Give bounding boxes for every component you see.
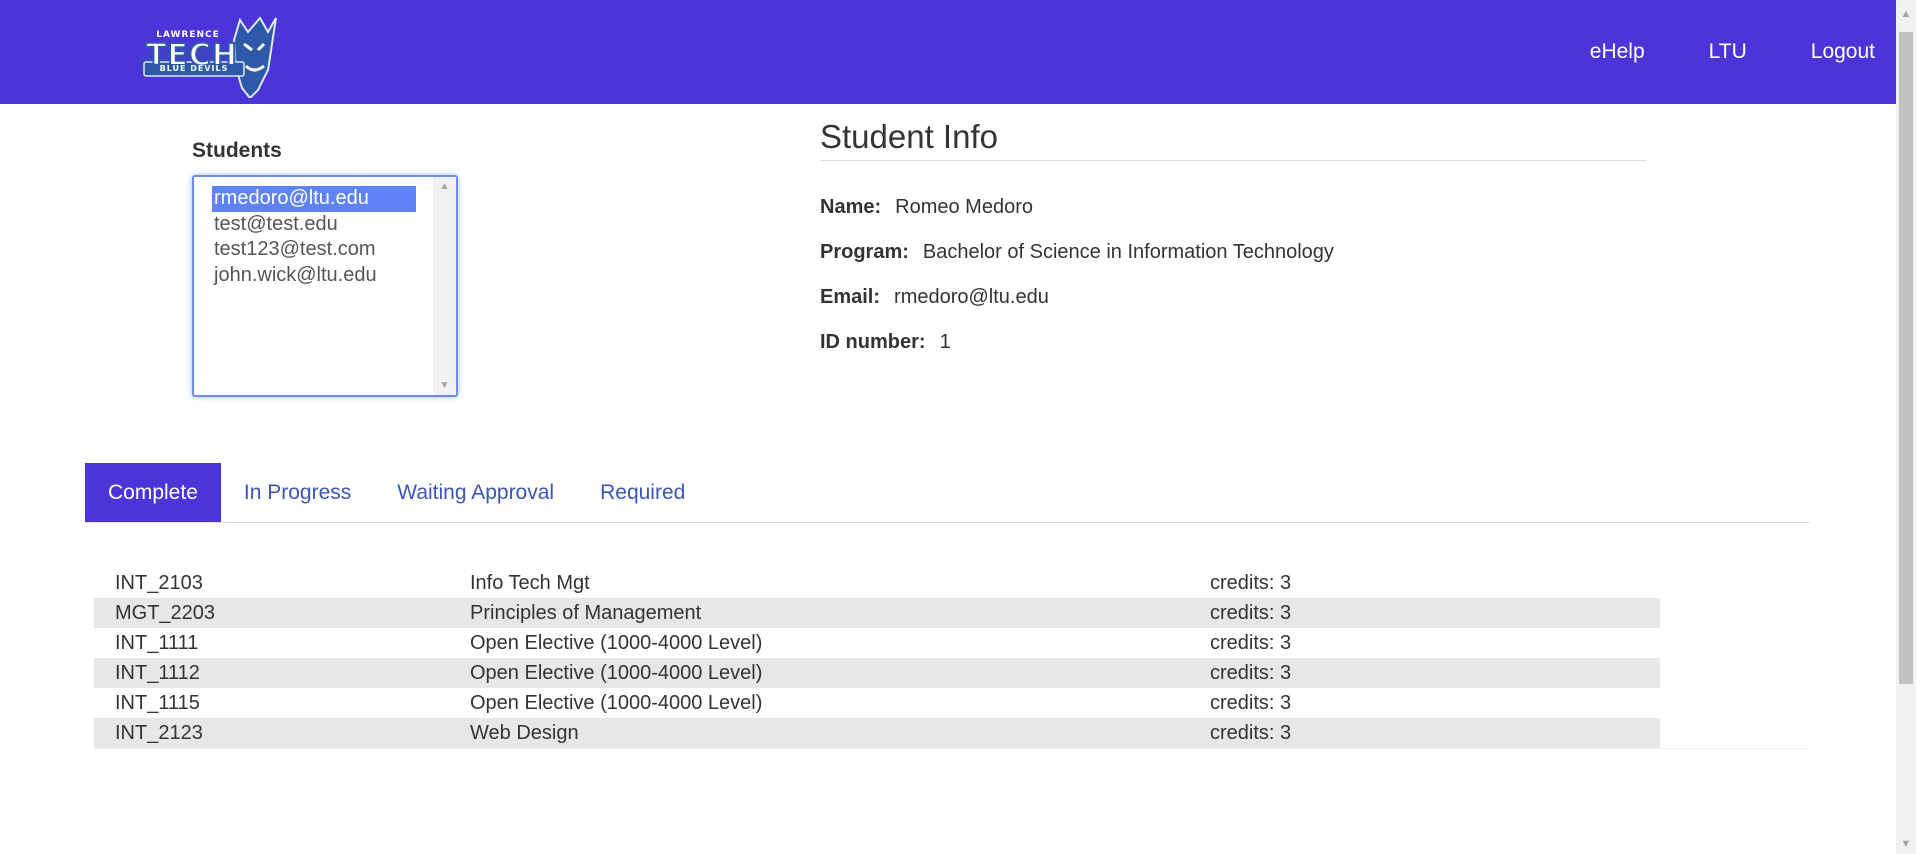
student-info-divider <box>820 160 1646 161</box>
student-info-title: Student Info <box>820 118 998 155</box>
course-name: Open Elective (1000-4000 Level) <box>470 692 763 714</box>
scroll-up-arrow-icon[interactable]: ▲ <box>1896 0 1916 28</box>
nav-ltu-link[interactable]: LTU <box>1709 40 1747 64</box>
table-row: MGT_2203 Principles of Management credit… <box>94 598 1660 628</box>
top-navbar: LAWRENCE TECH BLUE DEVILS eHelp LTU Logo… <box>0 0 1896 104</box>
course-name: Info Tech Mgt <box>470 572 590 594</box>
tabs-divider <box>85 522 1810 523</box>
scroll-thumb[interactable] <box>1899 32 1913 684</box>
course-code: INT_1112 <box>115 662 200 684</box>
course-name: Web Design <box>470 722 579 744</box>
name-label: Name: <box>820 196 882 218</box>
course-code: INT_2123 <box>115 722 203 744</box>
course-credits: credits: 3 <box>1210 722 1292 744</box>
email-value: rmedoro@ltu.edu <box>894 286 1049 308</box>
id-label: ID number: <box>820 331 926 353</box>
students-options: rmedoro@ltu.edu test@test.edu test123@te… <box>212 186 416 288</box>
students-label: Students <box>192 139 282 162</box>
course-code: MGT_2203 <box>115 602 216 624</box>
table-row: INT_2123 Web Design credits: 3 <box>94 718 1660 748</box>
info-id-row: ID number: 1 <box>820 331 951 354</box>
email-label: Email: <box>820 286 881 308</box>
name-value: Romeo Medoro <box>895 196 1033 218</box>
nav-links: eHelp LTU Logout <box>1526 0 1875 104</box>
info-program-row: Program: Bachelor of Science in Informati… <box>820 241 1334 264</box>
listbox-down-arrow-icon[interactable]: ▼ <box>433 380 456 391</box>
course-name: Open Elective (1000-4000 Level) <box>470 632 763 654</box>
course-credits: credits: 3 <box>1210 662 1292 684</box>
course-code: INT_2103 <box>115 572 203 594</box>
course-credits: credits: 3 <box>1210 602 1292 624</box>
info-name-row: Name: Romeo Medoro <box>820 196 1033 219</box>
tab-in-progress[interactable]: In Progress <box>221 463 374 523</box>
listbox-up-arrow-icon[interactable]: ▲ <box>433 181 456 192</box>
course-credits: credits: 3 <box>1210 632 1292 654</box>
course-name: Open Elective (1000-4000 Level) <box>470 662 763 684</box>
nav-logout-link[interactable]: Logout <box>1811 40 1875 64</box>
course-code: INT_1115 <box>115 692 200 714</box>
listbox-scrollbar[interactable]: ▲ ▼ <box>433 177 456 395</box>
course-credits: credits: 3 <box>1210 692 1292 714</box>
page-scrollbar[interactable]: ▲ ▼ <box>1896 0 1916 854</box>
ltu-logo[interactable]: LAWRENCE TECH BLUE DEVILS <box>128 10 280 100</box>
course-credits: credits: 3 <box>1210 572 1292 594</box>
student-option[interactable]: test123@test.com <box>212 237 416 263</box>
program-value: Bachelor of Science in Information Techn… <box>922 241 1334 263</box>
tab-complete[interactable]: Complete <box>85 463 221 523</box>
info-email-row: Email: rmedoro@ltu.edu <box>820 286 1049 309</box>
course-tabs: Complete In Progress Waiting Approval Re… <box>85 463 708 523</box>
student-option[interactable]: test@test.edu <box>212 212 416 238</box>
program-label: Program: <box>820 241 909 263</box>
table-row: INT_1111 Open Elective (1000-4000 Level)… <box>94 628 1660 658</box>
course-table: INT_2103 Info Tech Mgt credits: 3 MGT_22… <box>94 568 1660 748</box>
tab-waiting-approval[interactable]: Waiting Approval <box>374 463 577 523</box>
table-row: INT_1112 Open Elective (1000-4000 Level)… <box>94 658 1660 688</box>
id-value: 1 <box>939 331 951 353</box>
course-name: Principles of Management <box>470 602 702 624</box>
students-listbox[interactable]: rmedoro@ltu.edu test@test.edu test123@te… <box>192 175 458 397</box>
scroll-down-arrow-icon[interactable]: ▼ <box>1896 834 1916 854</box>
student-option[interactable]: rmedoro@ltu.edu <box>212 186 416 212</box>
table-bottom-rule <box>94 748 1810 749</box>
table-row: INT_2103 Info Tech Mgt credits: 3 <box>94 568 1660 598</box>
table-row: INT_1115 Open Elective (1000-4000 Level)… <box>94 688 1660 718</box>
nav-ehelp-link[interactable]: eHelp <box>1590 40 1645 64</box>
course-code: INT_1111 <box>115 632 199 654</box>
tab-required[interactable]: Required <box>577 463 708 523</box>
student-option[interactable]: john.wick@ltu.edu <box>212 263 416 289</box>
